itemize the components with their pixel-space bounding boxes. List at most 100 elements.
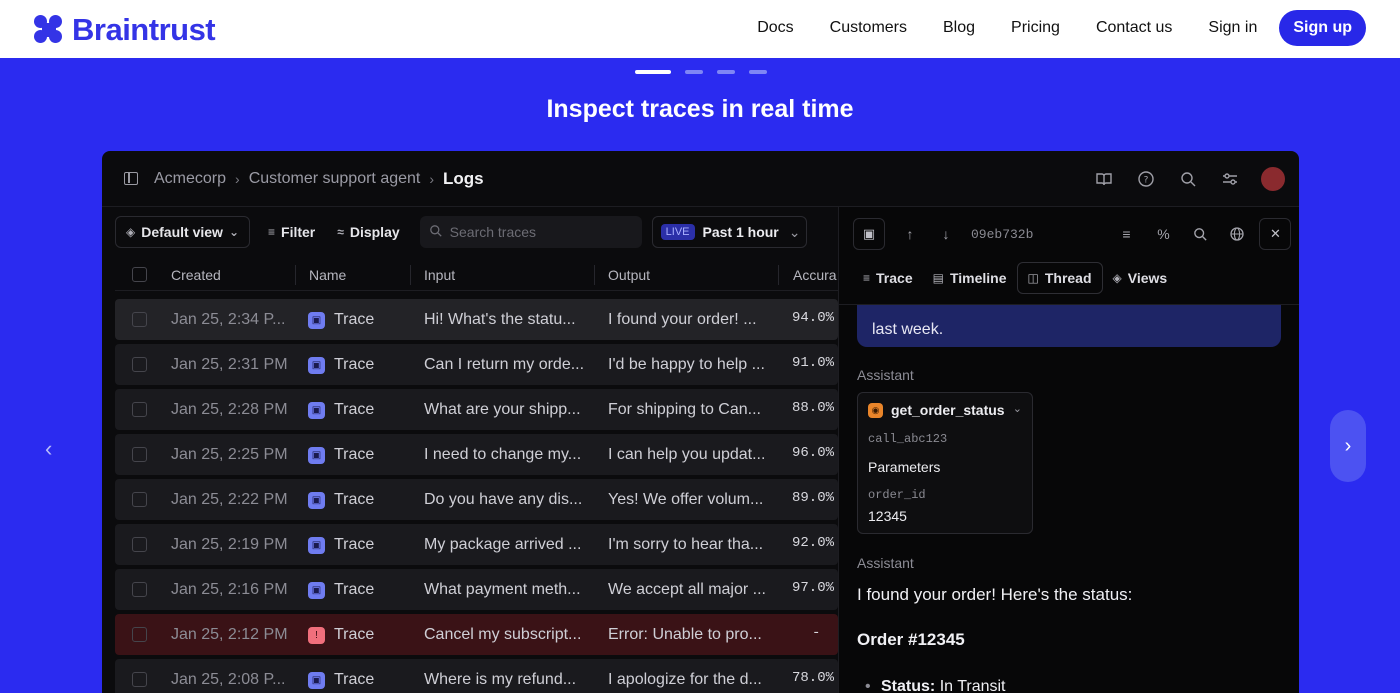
tool-call-card[interactable]: ◉ get_order_status ⌄ call_abc123 Paramet… <box>857 392 1033 534</box>
row-checkbox[interactable] <box>132 447 147 462</box>
nav-link-contact[interactable]: Contact us <box>1096 19 1172 37</box>
cell-accuracy: 78.0% <box>792 670 835 686</box>
carousel-dot[interactable] <box>717 70 735 74</box>
column-divider[interactable] <box>778 265 779 285</box>
settings-sliders-icon[interactable] <box>1219 168 1241 190</box>
cell-input: My package arrived ... <box>424 536 582 553</box>
user-avatar[interactable] <box>1261 167 1285 191</box>
row-checkbox[interactable] <box>132 537 147 552</box>
cell-input: Do you have any dis... <box>424 491 583 508</box>
table-row[interactable]: Jan 25, 2:28 PM ▣ Trace What are your shi… <box>115 389 838 430</box>
cell-name: ▣ Trace <box>308 356 374 374</box>
arrow-up-icon[interactable]: ↑ <box>899 223 921 245</box>
cell-input: Where is my refund... <box>424 671 577 688</box>
trace-cube-icon: ▣ <box>308 491 325 509</box>
nav-link-pricing[interactable]: Pricing <box>1011 19 1060 37</box>
cell-created: Jan 25, 2:31 PM <box>171 356 288 373</box>
cell-input: What payment meth... <box>424 581 581 598</box>
carousel-prev-icon[interactable]: ‹ <box>45 436 52 462</box>
filter-button[interactable]: ≡ Filter <box>260 216 323 248</box>
docs-book-icon[interactable] <box>1093 168 1115 190</box>
thread-view[interactable]: last week. Assistant ◉ get_order_status … <box>839 305 1299 693</box>
percent-icon[interactable]: % <box>1152 223 1174 245</box>
column-output[interactable]: Output <box>608 267 650 283</box>
carousel-next-button[interactable]: › <box>1330 410 1366 482</box>
tab-thread[interactable]: ◫ Thread <box>1016 262 1103 294</box>
table-row[interactable]: Jan 25, 2:34 P... ▣ Trace Hi! What's the … <box>115 299 838 340</box>
focus-frame-icon[interactable]: ▣ <box>853 218 885 250</box>
table-row[interactable]: Jan 25, 2:19 PM ▣ Trace My package arrive… <box>115 524 838 565</box>
globe-icon[interactable] <box>1226 223 1248 245</box>
error-alert-icon: ! <box>308 626 325 644</box>
row-checkbox[interactable] <box>132 312 147 327</box>
carousel-dot[interactable] <box>685 70 703 74</box>
column-name[interactable]: Name <box>309 267 346 283</box>
table-row[interactable]: Jan 25, 2:25 PM ▣ Trace I need to change … <box>115 434 838 475</box>
tab-label: Thread <box>1044 270 1092 286</box>
brand-logo[interactable]: Braintrust <box>34 12 216 48</box>
column-input[interactable]: Input <box>424 267 455 283</box>
tab-views[interactable]: ◈ Views <box>1103 262 1178 294</box>
nav-link-signin[interactable]: Sign in <box>1208 19 1257 37</box>
trace-cube-icon: ▣ <box>308 671 325 689</box>
search-icon[interactable] <box>1189 223 1211 245</box>
cell-accuracy: 92.0% <box>792 535 835 551</box>
row-checkbox[interactable] <box>132 402 147 417</box>
row-checkbox[interactable] <box>132 357 147 372</box>
table-row[interactable]: Jan 25, 2:08 P... ▣ Trace Where is my ref… <box>115 659 838 693</box>
row-checkbox[interactable] <box>132 492 147 507</box>
cell-output: Yes! We offer volum... <box>608 491 764 508</box>
row-checkbox[interactable] <box>132 582 147 597</box>
sidebar-toggle-icon[interactable] <box>124 172 138 185</box>
user-message-text: last week. <box>872 321 944 338</box>
table-row[interactable]: Jan 25, 2:16 PM ▣ Trace What payment meth… <box>115 569 838 610</box>
chevron-right-icon: › <box>235 170 240 187</box>
user-message-bubble: last week. <box>857 305 1281 347</box>
nav-link-blog[interactable]: Blog <box>943 19 975 37</box>
column-divider[interactable] <box>295 265 296 285</box>
breadcrumb-project[interactable]: Customer support agent <box>249 170 421 188</box>
cell-name: ▣ Trace <box>308 311 374 329</box>
time-range-picker[interactable]: LIVE Past 1 hour ⌄ <box>651 216 807 248</box>
cell-output: Error: Unable to pro... <box>608 626 762 643</box>
row-checkbox[interactable] <box>132 672 147 687</box>
select-all-checkbox[interactable] <box>132 267 147 282</box>
chevron-down-icon[interactable]: ⌄ <box>1013 402 1022 415</box>
text-search-icon[interactable]: ≡ <box>1115 223 1137 245</box>
logs-toolbar: ◈ Default view ⌄ ≡ Filter ≈ Display Sear… <box>115 216 807 248</box>
view-selector-button[interactable]: ◈ Default view ⌄ <box>115 216 250 248</box>
trace-id[interactable]: 09eb732b <box>971 227 1033 242</box>
nav-link-docs[interactable]: Docs <box>757 19 793 37</box>
carousel-dot[interactable] <box>635 70 671 74</box>
search-traces-input[interactable]: Search traces <box>419 216 642 248</box>
order-heading: Order #12345 <box>857 630 965 649</box>
nav-link-customers[interactable]: Customers <box>830 19 907 37</box>
column-accuracy[interactable]: Accura <box>793 267 837 283</box>
search-icon[interactable] <box>1177 168 1199 190</box>
trace-name: Trace <box>334 581 375 598</box>
cell-created: Jan 25, 2:16 PM <box>171 581 288 598</box>
row-checkbox[interactable] <box>132 627 147 642</box>
help-icon[interactable]: ? <box>1135 168 1157 190</box>
display-button[interactable]: ≈ Display <box>329 216 407 248</box>
table-row[interactable]: Jan 25, 2:31 PM ▣ Trace Can I return my o… <box>115 344 838 385</box>
cell-name: ▣ Trace <box>308 536 374 554</box>
signup-button[interactable]: Sign up <box>1279 10 1366 46</box>
tab-timeline[interactable]: ▤ Timeline <box>923 262 1017 294</box>
arrow-down-icon[interactable]: ↓ <box>935 223 957 245</box>
column-created[interactable]: Created <box>171 267 221 283</box>
cell-output: I apologize for the d... <box>608 671 762 688</box>
column-divider[interactable] <box>410 265 411 285</box>
carousel-dot[interactable] <box>749 70 767 74</box>
tab-trace[interactable]: ≡ Trace <box>853 262 923 294</box>
parameters-label: Parameters <box>868 459 941 475</box>
column-divider[interactable] <box>594 265 595 285</box>
table-row-error[interactable]: Jan 25, 2:12 PM ! Trace Cancel my subscri… <box>115 614 838 655</box>
live-badge: LIVE <box>660 224 695 240</box>
tool-name-text: get_order_status <box>891 402 1005 418</box>
param-value: 12345 <box>868 508 907 524</box>
close-icon[interactable]: ✕ <box>1259 218 1292 250</box>
table-row[interactable]: Jan 25, 2:22 PM ▣ Trace Do you have any d… <box>115 479 838 520</box>
breadcrumb-org[interactable]: Acmecorp <box>154 170 226 188</box>
app-header: Acmecorp › Customer support agent › Logs… <box>102 151 1299 207</box>
